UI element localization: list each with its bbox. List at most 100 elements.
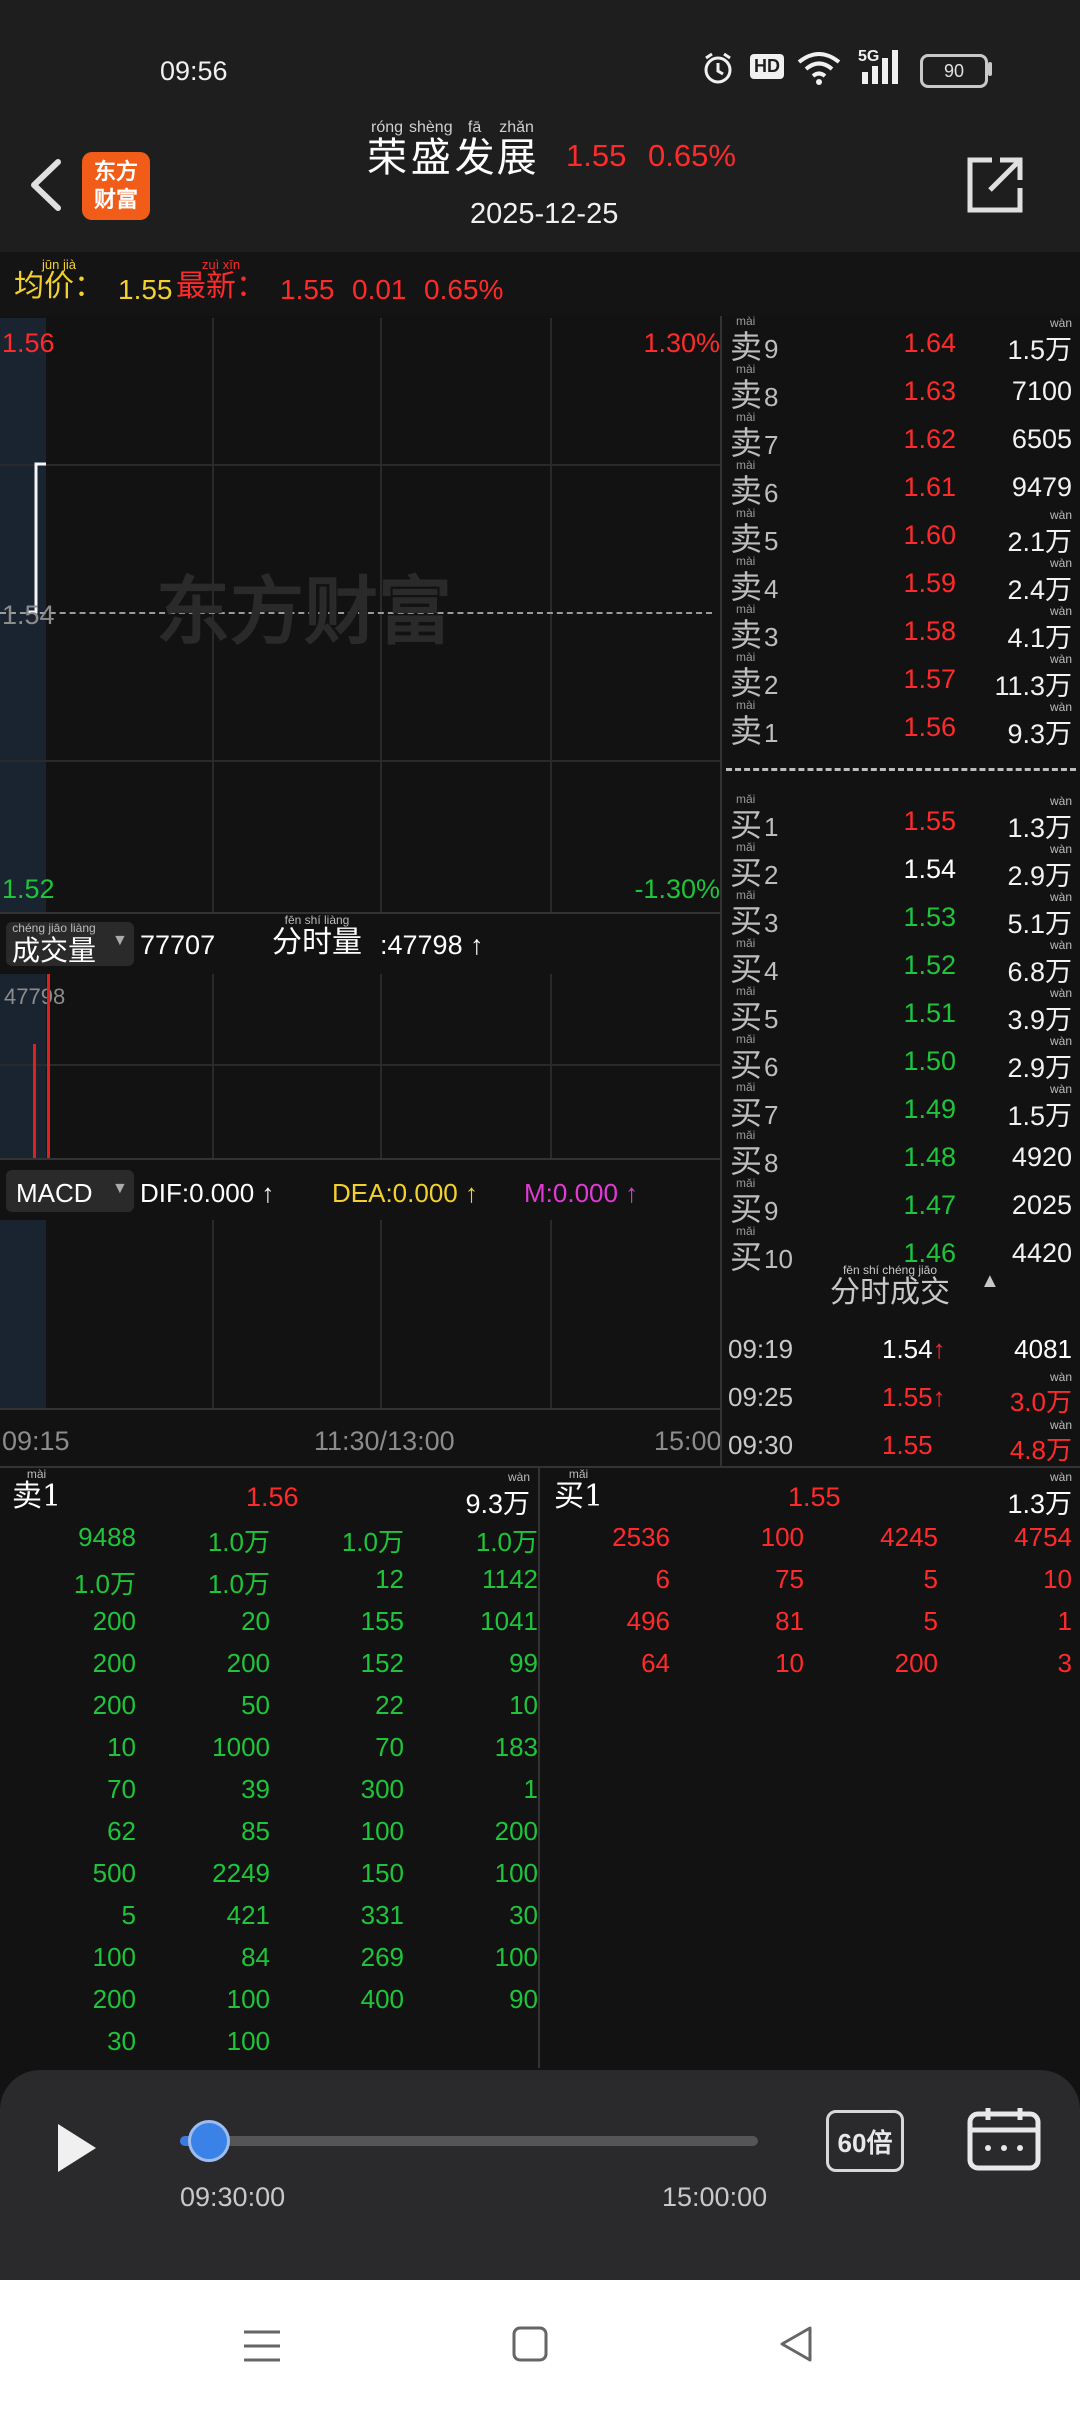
- volume-axis-max: 47798: [4, 984, 66, 1009]
- macd-dif: DIF:0.000 ↑: [140, 1178, 275, 1208]
- queue-cell: 100: [494, 1858, 538, 1888]
- sell-level-row: mài 卖3 1.58 4.1 wàn 万: [730, 602, 1072, 654]
- play-button[interactable]: [52, 2118, 102, 2178]
- y-axis-mid: 1.54: [2, 600, 55, 630]
- buy-level-row: mǎi 买7 1.49 1.5 wàn 万: [730, 1080, 1072, 1132]
- status-time: 09:56: [160, 56, 228, 86]
- sell-level-row: mài 卖4 1.59 2.4 wàn 万: [730, 554, 1072, 606]
- queue-cell: 1.0万: [341, 1527, 404, 1557]
- sell-level-row: mài 卖9 1.64 1.5 wàn 万: [730, 314, 1072, 366]
- book-divider: [726, 768, 1076, 771]
- speed-button[interactable]: 60倍: [826, 2110, 904, 2172]
- sell-level-row: mài 卖6 1.61 9479: [730, 458, 1072, 510]
- playback-panel: 09:30:00 15:00:00 60倍: [0, 2070, 1080, 2280]
- queue-cell: 200: [92, 1648, 136, 1678]
- macd-chart[interactable]: [0, 1220, 720, 1408]
- queue-sell-header: mài 卖1 1.56 9.3 wàn 万: [12, 1467, 530, 1521]
- progress-track[interactable]: [180, 2136, 758, 2146]
- queue-cell: 269: [360, 1942, 404, 1972]
- back-button[interactable]: [20, 150, 70, 220]
- buy-level-row: mǎi 买1 1.55 1.3 wàn 万: [730, 792, 1072, 844]
- tick-row: 09:19 1.54↑ 4081: [728, 1334, 1072, 1364]
- share-button[interactable]: [962, 152, 1028, 218]
- ticks-header[interactable]: fēn shí chéng jiāo 分时成交 ▲: [726, 1256, 1076, 1316]
- price-chart[interactable]: 东方财富 1.56 1.54 1.52 1.30% -1.30%: [0, 318, 720, 912]
- intraday-vol-value: :47798 ↑: [380, 930, 484, 960]
- latest-change: 0.01: [352, 274, 407, 305]
- header-date: 2025-12-25: [470, 198, 619, 230]
- macd-header: MACD ▼ DIF:0.000 ↑ DEA:0.000 ↑ M:0.000 ↑: [0, 1160, 720, 1220]
- queue-cell: 152: [360, 1648, 404, 1678]
- queue-cell: 70: [375, 1732, 404, 1762]
- queue-cell: 75: [775, 1564, 804, 1594]
- queue-cell: 10: [775, 1648, 804, 1678]
- queue-cell: 10: [509, 1690, 538, 1720]
- back-nav-button[interactable]: [776, 2324, 816, 2369]
- price-line: [28, 462, 46, 614]
- progress-knob[interactable]: [188, 2120, 230, 2162]
- queue-cell: 100: [92, 1942, 136, 1972]
- y-axis-high: 1.56: [2, 328, 55, 358]
- queue-cell: 100: [494, 1942, 538, 1972]
- queue-cell: 300: [360, 1774, 404, 1804]
- queue-cell: 1.0万: [73, 1569, 136, 1599]
- playback-start-time: 09:30:00: [180, 2182, 286, 2212]
- volume-header: chéng jiāo liàng 成交量 ▼ 77707 fēn shí lià…: [0, 914, 720, 974]
- pct-axis-high: 1.30%: [643, 328, 720, 358]
- queue-cell: 85: [241, 1816, 270, 1846]
- queue-cell: 100: [360, 1816, 404, 1846]
- queue-cell: 4754: [1014, 1522, 1072, 1552]
- wifi-icon: [796, 50, 842, 91]
- macd-m: M:0.000 ↑: [524, 1178, 639, 1208]
- queue-cell: 1041: [480, 1606, 538, 1636]
- pct-axis-low: -1.30%: [634, 874, 720, 904]
- menu-nav-button[interactable]: [240, 2324, 284, 2373]
- volume-tab[interactable]: chéng jiāo liàng 成交量 ▼: [6, 922, 134, 967]
- status-bar: 09:56 HD 5G 90: [0, 0, 1080, 140]
- tick-row: 09:25 1.55↑ 3.0 wàn 万: [728, 1370, 1072, 1418]
- queue-cell: 30: [107, 2026, 136, 2056]
- latest-pct: 0.65%: [424, 274, 504, 305]
- queue-cell: 1.0万: [207, 1527, 270, 1557]
- queue-cell: 5: [121, 1900, 136, 1930]
- queue-cell: 155: [360, 1606, 404, 1636]
- queue-cell: 200: [92, 1690, 136, 1720]
- volume-total: 77707: [140, 930, 216, 960]
- dropdown-arrow-icon: ▼: [112, 932, 128, 949]
- header-change-pct: 0.65%: [648, 138, 736, 173]
- latest-label: zuì xīn 最新：: [176, 257, 266, 304]
- time-axis-start: 09:15: [2, 1426, 70, 1456]
- queue-buy-price: 1.55: [788, 1482, 841, 1512]
- time-axis-mid: 11:30/13:00: [314, 1426, 455, 1456]
- queue-cell: 496: [626, 1606, 670, 1636]
- battery-tip: [988, 62, 992, 76]
- queue-buy-vol: 1.3 wàn 万: [1007, 1470, 1072, 1520]
- header-bar: [0, 140, 1080, 252]
- queue-cell: 1: [1057, 1606, 1072, 1636]
- collapse-arrow-icon: ▲: [980, 1270, 1000, 1292]
- queue-cell: 1000: [212, 1732, 270, 1762]
- header-price: 1.55: [566, 138, 627, 173]
- time-axis-end: 15:00: [654, 1426, 722, 1456]
- avg-price-label: jūn jià 均价：: [14, 257, 104, 304]
- speed-label: 60倍: [837, 2127, 893, 2158]
- queue-cell: 70: [107, 1774, 136, 1804]
- queue-cell: 3: [1057, 1648, 1072, 1678]
- volume-chart[interactable]: 47798: [0, 974, 720, 1158]
- queue-cell: 1.0万: [475, 1527, 538, 1557]
- macd-tab[interactable]: MACD ▼: [6, 1170, 134, 1212]
- queue-cell: 10: [1043, 1564, 1072, 1594]
- sell-level-row: mài 卖8 1.63 7100: [730, 362, 1072, 414]
- queue-cell: 50: [241, 1690, 270, 1720]
- calendar-icon[interactable]: [966, 2104, 1042, 2172]
- queue-cell: 500: [92, 1858, 136, 1888]
- macd-dea: DEA:0.000 ↑: [332, 1178, 478, 1208]
- stock-title: róng 荣 shèng 盛 fā 发 zhǎn 展: [366, 120, 538, 181]
- battery-level: 90: [943, 61, 965, 81]
- queue-cell: 5: [923, 1564, 938, 1594]
- buy-level-row: mǎi 买6 1.50 2.9 wàn 万: [730, 1032, 1072, 1084]
- home-nav-button[interactable]: [510, 2324, 550, 2369]
- queue-cell: 10: [107, 1732, 136, 1762]
- queue-cell: 331: [360, 1900, 404, 1930]
- volume-bar: [33, 1044, 36, 1158]
